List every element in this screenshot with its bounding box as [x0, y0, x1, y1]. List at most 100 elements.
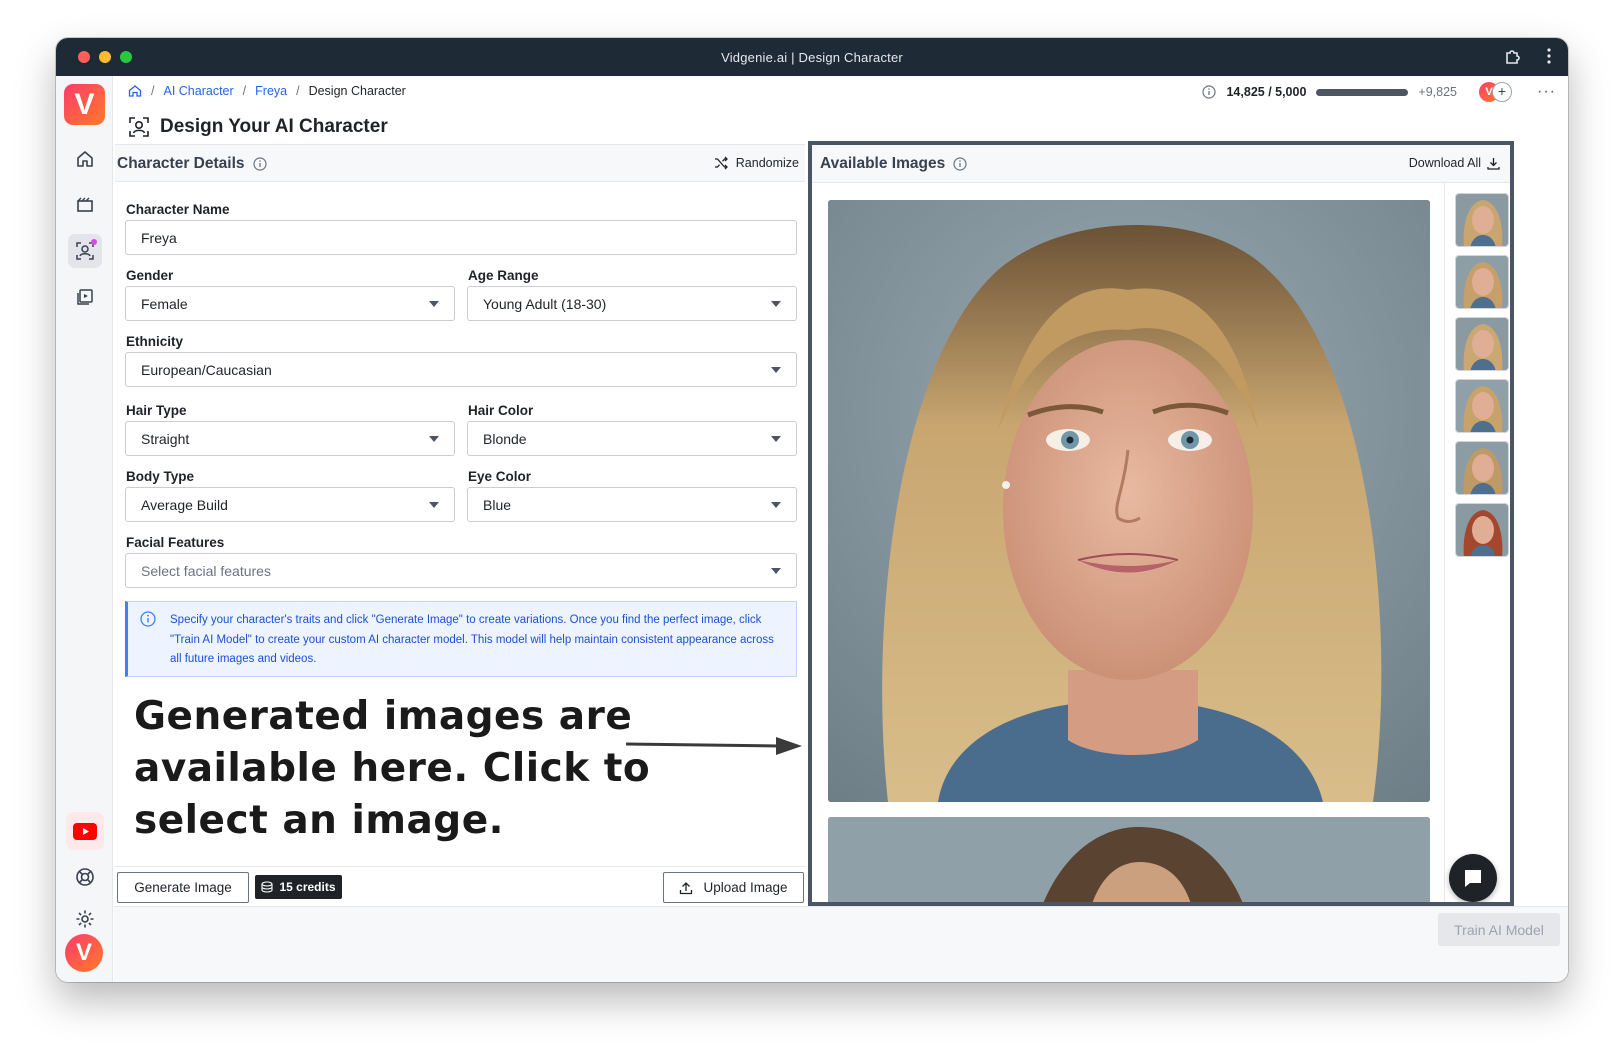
chevron-down-icon [429, 435, 439, 442]
hair-type-label: Hair Type [126, 403, 187, 418]
credits-indicator: 14,825 / 5,000 +9,825 V + ··· [1202, 82, 1556, 102]
chat-support-button[interactable] [1449, 854, 1497, 902]
hair-type-select[interactable]: Straight [125, 421, 455, 456]
credits-cost-label: 15 credits [279, 880, 336, 894]
breadcrumb-separator: / [242, 84, 247, 98]
download-all-label: Download All [1408, 156, 1481, 170]
credit-usage-fill [1316, 88, 1409, 96]
coins-icon [261, 881, 274, 893]
available-images-header: Available Images Download All [812, 145, 1510, 183]
chevron-down-icon [771, 567, 781, 574]
home-icon [77, 151, 93, 167]
sidebar-item-settings[interactable] [68, 902, 102, 936]
facial-features-placeholder: Select facial features [141, 562, 271, 579]
age-range-select[interactable]: Young Adult (18-30) [467, 286, 797, 321]
image-thumbnail[interactable] [1455, 193, 1509, 247]
gender-label: Gender [126, 268, 174, 283]
vidgenie-logo[interactable]: V [64, 84, 105, 125]
credit-count: 14,825 / 5,000 [1226, 85, 1307, 99]
page-title: Design Your AI Character [160, 116, 388, 137]
gender-select[interactable]: Female [125, 286, 455, 321]
hair-color-select[interactable]: Blonde [467, 421, 797, 456]
upload-icon [680, 881, 693, 894]
chat-bubble-icon [1465, 870, 1481, 887]
more-options-icon[interactable]: ··· [1537, 83, 1556, 101]
body-type-label: Body Type [126, 469, 195, 484]
tutorial-annotation: Generated images are available here. Cli… [134, 694, 651, 843]
info-icon[interactable] [252, 157, 267, 171]
add-account-icon[interactable]: + [1492, 82, 1513, 102]
thumbnail-strip [1444, 183, 1510, 902]
ethnicity-value: European/Caucasian [141, 361, 272, 378]
annotation-arrow-icon [626, 737, 802, 755]
home-icon[interactable] [128, 84, 142, 98]
breadcrumb-ai-character[interactable]: AI Character [163, 84, 233, 98]
maximize-window-button[interactable] [120, 51, 132, 63]
chevron-down-icon [771, 501, 781, 508]
character-name-value: Freya [141, 229, 177, 246]
age-range-value: Young Adult (18-30) [483, 295, 607, 312]
account-avatars[interactable]: V + [1479, 82, 1513, 102]
selected-portrait-image[interactable] [828, 200, 1430, 802]
app-window: Vidgenie.ai | Design Character V V / AI … [56, 38, 1568, 982]
body-type-select[interactable]: Average Build [125, 487, 455, 522]
footer-bar: Train AI Model [114, 906, 1568, 982]
info-icon[interactable] [953, 157, 967, 171]
info-callout-text: Specify your character's traits and clic… [170, 614, 774, 665]
character-actions-bar: Generate Image 15 credits Upload Image [115, 866, 805, 906]
chevron-down-icon [429, 501, 439, 508]
media-library-icon [77, 289, 93, 305]
portrait-image-2[interactable] [828, 817, 1430, 902]
hair-color-label: Hair Color [468, 403, 534, 418]
sidebar-item-youtube[interactable] [66, 812, 104, 850]
upload-image-button[interactable]: Upload Image [663, 872, 804, 903]
kebab-menu-icon[interactable] [1546, 47, 1552, 65]
image-thumbnail[interactable] [1455, 503, 1509, 557]
image-thumbnail[interactable] [1455, 379, 1509, 433]
sidebar-item-library[interactable] [68, 280, 102, 314]
shuffle-icon [714, 156, 728, 170]
generate-image-label: Generate Image [134, 880, 232, 895]
user-avatar[interactable]: V [65, 934, 103, 972]
clapperboard-icon [77, 197, 93, 212]
window-title: Vidgenie.ai | Design Character [721, 49, 903, 65]
ethnicity-label: Ethnicity [126, 334, 184, 349]
generate-image-button[interactable]: Generate Image [117, 872, 249, 903]
character-details-title-group: Character Details [117, 155, 267, 173]
gender-value: Female [141, 295, 188, 312]
train-ai-model-button[interactable]: Train AI Model [1438, 913, 1560, 946]
breadcrumb-current: Design Character [308, 84, 406, 98]
sidebar-item-home[interactable] [68, 142, 102, 176]
help-lifebuoy-icon [76, 868, 94, 886]
notification-dot [91, 239, 97, 245]
sidebar-item-help[interactable] [68, 860, 102, 894]
character-details-title: Character Details [117, 155, 245, 172]
character-details-header: Character Details Randomize [115, 144, 805, 182]
available-images-panel: Available Images Download All [808, 141, 1514, 906]
info-icon[interactable] [1202, 85, 1217, 99]
minimize-window-button[interactable] [99, 51, 111, 63]
hair-color-value: Blonde [483, 430, 527, 447]
upload-image-label: Upload Image [703, 880, 788, 895]
eye-color-select[interactable]: Blue [467, 487, 797, 522]
download-all-button[interactable]: Download All [1409, 156, 1500, 170]
image-thumbnail[interactable] [1455, 441, 1509, 495]
close-window-button[interactable] [78, 51, 90, 63]
sidebar-item-ai-character[interactable] [68, 234, 102, 268]
train-ai-model-label: Train AI Model [1454, 921, 1544, 938]
chevron-down-icon [771, 300, 781, 307]
window-controls [78, 51, 132, 63]
randomize-button[interactable]: Randomize [714, 156, 799, 170]
facial-features-select[interactable]: Select facial features [125, 553, 797, 588]
window-titlebar: Vidgenie.ai | Design Character [56, 38, 1568, 76]
breadcrumb: / AI Character / Freya / Design Characte… [128, 84, 406, 98]
info-callout: Specify your character's traits and clic… [125, 601, 797, 677]
breadcrumb-freya[interactable]: Freya [255, 84, 287, 98]
image-thumbnail[interactable] [1455, 317, 1509, 371]
sidebar-item-videos[interactable] [68, 188, 102, 222]
extension-puzzle-icon[interactable] [1504, 47, 1522, 65]
eye-color-value: Blue [483, 496, 512, 513]
character-name-input[interactable]: Freya [125, 220, 797, 255]
ethnicity-select[interactable]: European/Caucasian [125, 352, 797, 387]
image-thumbnail[interactable] [1455, 255, 1509, 309]
